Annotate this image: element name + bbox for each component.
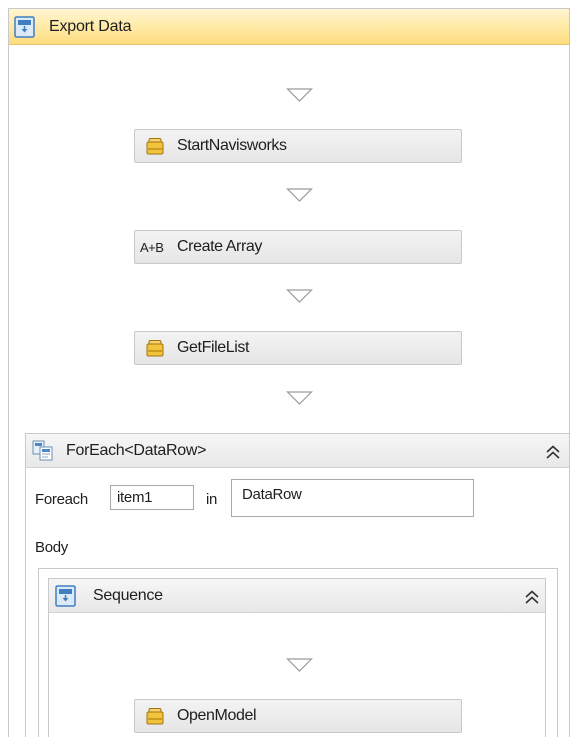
foreach-icon [32,440,53,461]
foreach-title: ForEach<DataRow> [66,442,207,459]
sequence-icon [14,16,35,38]
inner-sequence-header[interactable]: Sequence [49,579,545,613]
foreach-label: Foreach [35,491,88,508]
invoke-method-icon [146,340,164,357]
sequence-icon [55,585,76,607]
activity-label: OpenModel [177,707,257,724]
drop-target-arrow-icon[interactable] [286,289,313,303]
invoke-method-icon [146,138,164,155]
activity-get-file-list[interactable]: GetFileList [134,331,462,365]
foreach-item-input[interactable]: item1 [110,485,194,510]
activity-start-navisworks[interactable]: StartNavisworks [134,129,462,163]
invoke-method-icon [146,708,164,725]
activity-label: GetFileList [177,339,250,356]
sequence-title: Export Data [49,18,132,35]
assign-icon: A+B [140,240,164,255]
drop-target-arrow-icon[interactable] [286,188,313,202]
collapse-icon[interactable] [522,588,542,606]
activity-label: Create Array [177,238,263,255]
foreach-header[interactable]: ForEach<DataRow> [26,434,569,468]
export-data-header[interactable]: Export Data [9,9,569,45]
collapse-icon[interactable] [543,443,563,461]
in-label: in [206,491,218,508]
foreach-collection-input[interactable]: DataRow [231,479,474,517]
activity-create-array[interactable]: A+B Create Array [134,230,462,264]
drop-target-arrow-icon[interactable] [286,391,313,405]
body-label: Body [35,539,68,556]
drop-target-arrow-icon[interactable] [286,88,313,102]
activity-label: StartNavisworks [177,137,287,154]
activity-open-model[interactable]: OpenModel [134,699,462,733]
inner-sequence-title: Sequence [93,587,163,604]
drop-target-arrow-icon[interactable] [286,658,313,672]
